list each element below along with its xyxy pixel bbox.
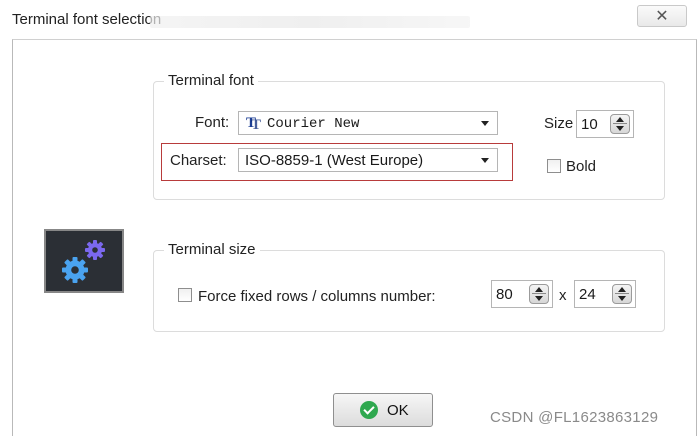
cols-value: 24 — [579, 286, 596, 303]
spin-up-icon — [618, 287, 626, 292]
terminal-size-legend: Terminal size — [164, 241, 260, 258]
rows-value: 80 — [496, 286, 513, 303]
close-button[interactable]: ✕ — [637, 5, 687, 27]
spin-divider — [532, 293, 546, 294]
force-fixed-label: Force fixed rows / columns number: — [198, 288, 436, 305]
gear-icon — [62, 240, 105, 283]
title-bar: Terminal font selection ✕ — [0, 0, 697, 40]
blurred-area — [150, 16, 470, 28]
font-select[interactable]: TT Courier New — [238, 111, 498, 135]
size-spin-buttons[interactable] — [610, 114, 630, 134]
truetype-icon: TT — [246, 115, 262, 133]
spin-down-icon — [535, 296, 543, 301]
check-circle-icon — [360, 401, 378, 419]
terminal-font-group: Terminal font — [153, 72, 665, 200]
chevron-down-icon — [481, 121, 489, 126]
size-value: 10 — [581, 116, 598, 133]
spin-up-icon — [535, 287, 543, 292]
spin-divider — [615, 293, 629, 294]
times-label: x — [559, 287, 567, 304]
spin-down-icon — [616, 126, 624, 131]
spin-down-icon — [618, 296, 626, 301]
size-label: Size — [544, 115, 574, 132]
close-icon: ✕ — [655, 8, 669, 25]
charset-value: ISO-8859-1 (West Europe) — [245, 152, 424, 169]
bold-label: Bold — [566, 158, 597, 175]
spin-divider — [613, 123, 627, 124]
bold-checkbox[interactable] — [547, 159, 561, 173]
window-title: Terminal font selection — [12, 11, 162, 28]
font-label: Font: — [195, 114, 230, 131]
charset-select[interactable]: ISO-8859-1 (West Europe) — [238, 148, 498, 172]
rows-stepper[interactable]: 80 — [491, 280, 553, 308]
ok-button[interactable]: OK — [333, 393, 433, 427]
settings-gears-image — [44, 229, 124, 293]
charset-label: Charset: — [170, 152, 227, 169]
force-fixed-checkbox[interactable] — [178, 288, 192, 302]
rows-spin-buttons[interactable] — [529, 284, 549, 304]
cols-stepper[interactable]: 24 — [574, 280, 636, 308]
cols-spin-buttons[interactable] — [612, 284, 632, 304]
chevron-down-icon — [481, 158, 489, 163]
size-stepper[interactable]: 10 — [576, 110, 634, 138]
terminal-font-legend: Terminal font — [164, 72, 258, 89]
font-value: Courier New — [267, 116, 360, 132]
ok-label: OK — [387, 402, 409, 419]
watermark: CSDN @FL1623863129 — [490, 409, 659, 426]
spin-up-icon — [616, 117, 624, 122]
